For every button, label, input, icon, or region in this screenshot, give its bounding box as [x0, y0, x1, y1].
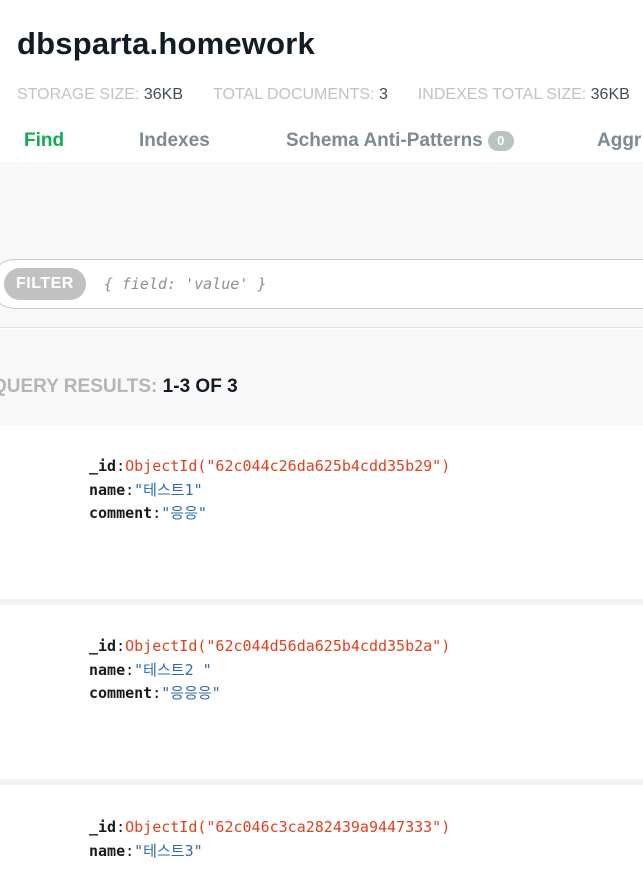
field-key: name: [89, 480, 126, 499]
results-header-area: QUERY RESULTS: 1-3 OF 3: [0, 329, 643, 425]
comment-field: comment:"응응응": [89, 684, 221, 702]
document-card[interactable]: _id:ObjectId("62c044d56da625b4cdd35b2a")…: [0, 605, 643, 785]
stat-value: 36KB: [590, 86, 630, 103]
object-id-value: ObjectId("62c044c26da625b4cdd35b29"): [125, 457, 451, 475]
collection-tabs: Find Indexes Schema Anti-Patterns 0 Aggr: [0, 130, 643, 162]
stat-label: TOTAL DOCUMENTS:: [213, 86, 375, 103]
name-field: name:"테스트1": [89, 480, 203, 499]
string-value: "응응응": [161, 684, 221, 702]
document-card[interactable]: _id:ObjectId("62c044c26da625b4cdd35b29")…: [0, 425, 643, 605]
tab-schema-anti-patterns[interactable]: Schema Anti-Patterns 0: [286, 130, 514, 152]
field-key: name: [89, 660, 126, 679]
tab-aggregations[interactable]: Aggr: [597, 130, 641, 152]
stat-label: INDEXES TOTAL SIZE:: [417, 86, 587, 103]
indexes-size-stat: INDEXES TOTAL SIZE: 36KB: [418, 86, 630, 104]
stat-label: STORAGE SIZE:: [17, 86, 140, 103]
field-key: _id: [89, 637, 117, 655]
tab-label: Schema Anti-Patterns: [286, 130, 483, 151]
filter-label: FILTER: [4, 268, 86, 300]
string-value: "응응": [161, 504, 207, 522]
document-card[interactable]: _id:ObjectId("62c046c3ca282439a9447333")…: [0, 785, 643, 874]
id-field: _id:ObjectId("62c044d56da625b4cdd35b2a"): [89, 637, 451, 655]
filter-bar[interactable]: FILTER: [0, 259, 643, 309]
field-key: _id: [89, 818, 117, 836]
tab-find[interactable]: Find: [24, 130, 64, 152]
string-value: "테스트1": [134, 480, 203, 499]
field-key: name: [89, 841, 126, 860]
query-results-summary: QUERY RESULTS: 1-3 OF 3: [0, 376, 238, 398]
field-key: _id: [89, 457, 117, 475]
anti-pattern-count-badge: 0: [487, 131, 514, 151]
total-documents-stat: TOTAL DOCUMENTS: 3: [213, 86, 388, 104]
string-value: "테스트3": [134, 841, 203, 860]
name-field: name:"테스트2 ": [89, 660, 212, 679]
filter-input[interactable]: [103, 275, 504, 293]
document-fields: _id:ObjectId("62c044d56da625b4cdd35b2a")…: [89, 635, 450, 706]
document-fields: _id:ObjectId("62c046c3ca282439a9447333")…: [89, 816, 450, 863]
comment-field: comment:"응응": [89, 504, 207, 522]
tab-indexes[interactable]: Indexes: [139, 130, 210, 152]
string-value: "테스트2 ": [134, 660, 212, 679]
object-id-value: ObjectId("62c046c3ca282439a9447333"): [125, 818, 451, 836]
id-field: _id:ObjectId("62c044c26da625b4cdd35b29"): [89, 457, 451, 475]
field-key: comment: [89, 684, 153, 702]
results-label: QUERY RESULTS:: [0, 376, 158, 397]
tab-label: Indexes: [139, 130, 210, 151]
tab-label: Aggr: [597, 130, 642, 151]
document-fields: _id:ObjectId("62c044c26da625b4cdd35b29")…: [89, 455, 450, 526]
storage-size-stat: STORAGE SIZE: 36KB: [17, 86, 183, 104]
field-key: comment: [89, 504, 153, 522]
tab-label: Find: [24, 130, 65, 151]
id-field: _id:ObjectId("62c046c3ca282439a9447333"): [89, 818, 451, 836]
collection-title: dbsparta.homework: [17, 26, 315, 61]
stat-value: 3: [378, 86, 388, 103]
name-field: name:"테스트3": [89, 841, 203, 860]
collection-view: dbsparta.homework STORAGE SIZE: 36KB TOT…: [0, 0, 643, 874]
stat-value: 36KB: [143, 86, 183, 103]
query-bar-area: FILTER: [0, 162, 643, 328]
results-count: 1-3 OF 3: [162, 376, 238, 397]
collection-stats: STORAGE SIZE: 36KB TOTAL DOCUMENTS: 3 IN…: [17, 86, 643, 104]
object-id-value: ObjectId("62c044d56da625b4cdd35b2a"): [125, 637, 451, 655]
